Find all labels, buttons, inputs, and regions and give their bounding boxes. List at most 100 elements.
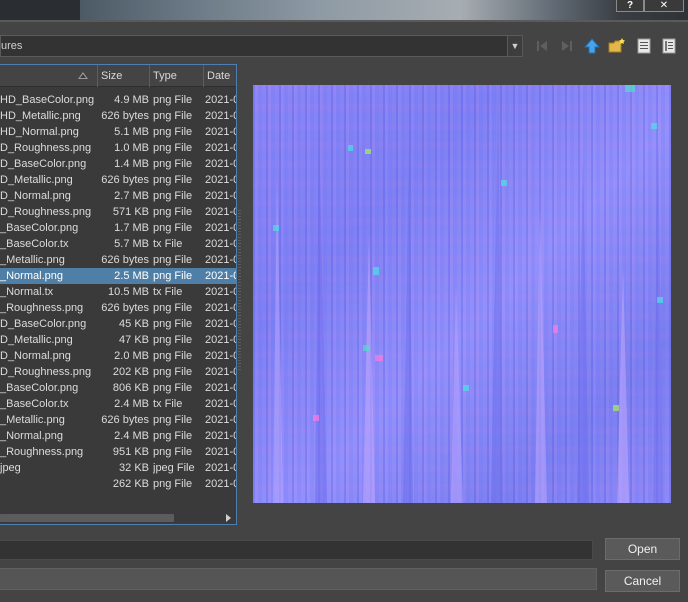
file-name-cell: jpeg	[0, 462, 21, 474]
new-folder-icon[interactable]	[608, 37, 626, 55]
file-row[interactable]: _Metallic.png 626 bytes png File 2021-0	[0, 252, 237, 268]
column-header-size[interactable]: Size	[98, 65, 150, 87]
back-icon[interactable]	[533, 37, 551, 55]
file-name-cell: _Roughness.png	[0, 446, 84, 458]
file-row[interactable]: D_BaseColor.png 1.4 MB png File 2021-0	[0, 156, 236, 172]
open-button[interactable]: Open	[605, 538, 680, 560]
file-size-cell: 47 KB	[119, 334, 149, 346]
file-date-cell: 2021-0	[205, 478, 237, 490]
file-row[interactable]: D_Metallic.png 47 KB png File 2021-0	[0, 332, 237, 348]
file-date-cell: 2021-0	[205, 94, 237, 106]
help-button[interactable]: ?	[616, 0, 644, 12]
file-date-cell: 2021-0	[205, 318, 237, 330]
file-type-cell: tx File	[153, 398, 183, 410]
sort-ascending-icon	[78, 72, 88, 79]
list-view-icon[interactable]	[635, 37, 653, 55]
file-date-cell: 2021-0	[205, 110, 237, 122]
file-row[interactable]: D_Roughness.png 571 KB png File 2021-0	[0, 204, 236, 220]
file-name-cell: _BaseColor.png	[0, 222, 79, 234]
file-size-cell: 2.5 MB	[114, 270, 149, 282]
scrollbar-thumb[interactable]	[0, 514, 174, 522]
file-type-cell: png File	[153, 318, 193, 330]
file-row[interactable]: D_Metallic.png 626 bytes png File 2021-0	[0, 172, 236, 188]
path-dropdown-button[interactable]: ▼	[507, 36, 522, 56]
file-size-cell: 202 KB	[112, 366, 149, 378]
file-size-cell: 626 bytes	[101, 414, 149, 426]
file-size-cell: 1.4 MB	[114, 158, 149, 170]
file-type-cell: png File	[153, 350, 193, 362]
file-date-cell: 2021-0	[205, 334, 237, 346]
file-row[interactable]: HD_Normal.png 5.1 MB png File 2021-0	[0, 124, 237, 140]
file-name-cell: _BaseColor.tx	[0, 398, 69, 410]
file-type-cell: png File	[153, 478, 193, 490]
file-type-cell: png File	[153, 126, 193, 138]
file-date-cell: 2021-0	[205, 190, 237, 202]
path-combobox[interactable]: ures ▼	[0, 35, 523, 57]
file-row[interactable]: 262 KB png File 2021-0	[0, 476, 237, 492]
file-type-select[interactable]	[0, 568, 597, 590]
forward-icon[interactable]	[558, 37, 576, 55]
file-size-cell: 571 KB	[112, 206, 149, 218]
file-row[interactable]: D_Normal.png 2.7 MB png File 2021-0	[0, 188, 237, 204]
column-header-type[interactable]: Type	[150, 65, 204, 87]
details-view-icon[interactable]	[660, 37, 678, 55]
file-size-cell: 45 KB	[119, 318, 149, 330]
file-type-cell: png File	[153, 414, 193, 426]
file-name-cell: D_Roughness.png	[0, 142, 92, 154]
file-row[interactable]: _BaseColor.tx 2.4 MB tx File 2021-0	[0, 396, 236, 412]
file-type-cell: png File	[153, 190, 193, 202]
file-row[interactable]: _Roughness.png 951 KB png File 2021-0	[0, 444, 237, 460]
file-row[interactable]: _Normal.png 2.5 MB png File 2021-0	[0, 268, 237, 284]
file-size-cell: 626 bytes	[101, 302, 149, 314]
file-date-cell: 2021-0	[205, 222, 237, 234]
file-size-cell: 32 KB	[119, 462, 149, 474]
file-row[interactable]: jpeg 32 KB jpeg File 2021-0	[0, 460, 236, 476]
pane-splitter[interactable]	[238, 210, 241, 370]
file-row[interactable]: D_Roughness.png 202 KB png File 2021-0	[0, 364, 236, 380]
file-name-cell: D_BaseColor.png	[0, 158, 87, 170]
file-type-cell: png File	[153, 110, 193, 122]
horizontal-scrollbar[interactable]	[0, 511, 236, 524]
file-date-cell: 2021-0	[205, 446, 237, 458]
column-header-date[interactable]: Date	[204, 65, 236, 87]
file-name-cell: _Normal.png	[0, 430, 63, 442]
file-name-input[interactable]	[0, 540, 593, 560]
file-name-cell: _Metallic.png	[0, 414, 65, 426]
title-bar: ? ✕	[0, 0, 688, 22]
file-name-cell: D_BaseColor.png	[0, 318, 87, 330]
file-row[interactable]: D_Normal.png 2.0 MB png File 2021-0	[0, 348, 236, 364]
file-type-cell: png File	[153, 222, 193, 234]
file-type-cell: png File	[153, 206, 193, 218]
scroll-right-icon[interactable]	[226, 514, 231, 522]
cancel-button[interactable]: Cancel	[605, 570, 680, 592]
file-row[interactable]: _Metallic.png 626 bytes png File 2021-0	[0, 412, 237, 428]
file-row[interactable]: _Normal.tx 10.5 MB tx File 2021-0	[0, 284, 236, 300]
file-row[interactable]: D_BaseColor.png 45 KB png File 2021-0	[0, 316, 237, 332]
file-row[interactable]: HD_BaseColor.png 4.9 MB png File 2021-0	[0, 92, 237, 108]
file-row[interactable]: _Normal.png 2.4 MB png File 2021-0	[0, 428, 237, 444]
file-row[interactable]: _BaseColor.tx 5.7 MB tx File 2021-0	[0, 236, 236, 252]
file-row[interactable]: _Roughness.png 626 bytes png File 2021-0	[0, 300, 236, 316]
file-row[interactable]: _BaseColor.png 806 KB png File 2021-0	[0, 380, 236, 396]
file-row[interactable]: D_Roughness.png 1.0 MB png File 2021-0	[0, 140, 236, 156]
file-list[interactable]: Size Type Date HD_BaseColor.png 4.9 MB png…	[0, 64, 237, 525]
title-bar-divider	[0, 20, 688, 22]
file-type-cell: jpeg File	[153, 462, 195, 474]
file-row[interactable]: HD_Metallic.png 626 bytes png File 2021-0	[0, 108, 237, 124]
file-date-cell: 2021-0	[205, 126, 237, 138]
file-row[interactable]: _BaseColor.png 1.7 MB png File 2021-0	[0, 220, 237, 236]
file-size-cell: 626 bytes	[101, 110, 149, 122]
up-folder-icon[interactable]	[583, 37, 601, 55]
close-button[interactable]: ✕	[644, 0, 684, 12]
file-name-cell: D_Normal.png	[0, 350, 71, 362]
file-name-cell: _Normal.png	[0, 270, 63, 282]
file-date-cell: 2021-0	[205, 414, 237, 426]
file-name-cell: D_Normal.png	[0, 190, 71, 202]
file-name-cell: _Normal.tx	[0, 286, 54, 298]
normal-map-texture	[273, 85, 663, 503]
file-name-cell: HD_BaseColor.png	[0, 94, 95, 106]
file-date-cell: 2021-0	[205, 430, 237, 442]
file-date-cell: 2021-0	[205, 254, 237, 266]
file-type-cell: png File	[153, 334, 193, 346]
file-date-cell: 2021-0	[205, 270, 237, 282]
